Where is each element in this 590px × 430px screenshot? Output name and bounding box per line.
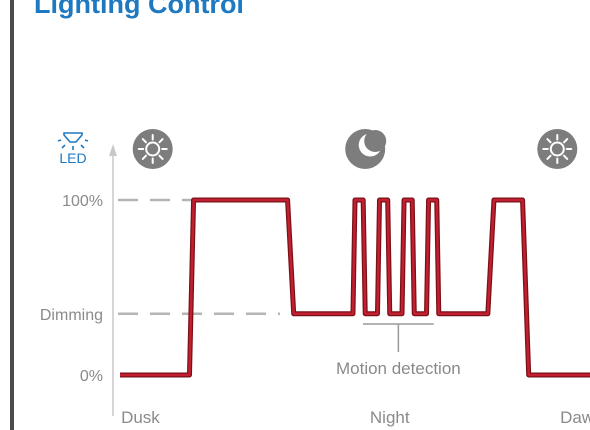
y-axis-arrow <box>109 144 117 156</box>
moon-icon <box>345 129 387 169</box>
level-guides <box>118 198 280 315</box>
x-label: Dusk <box>121 408 160 427</box>
x-label: Night <box>370 408 410 427</box>
y-level-labels: 100% Dimming 0% <box>40 193 103 385</box>
x-labels: Dusk Night Dawn <box>121 408 590 427</box>
legend-label: LED <box>59 150 86 166</box>
annotations: Motion detection <box>336 323 461 378</box>
sun-icon <box>537 129 578 169</box>
x-label: Dawn <box>560 408 590 427</box>
y-level-label: 100% <box>62 193 103 210</box>
led-icon <box>57 132 89 150</box>
y-level-label: Dimming <box>40 307 103 324</box>
y-level-label: 0% <box>80 368 103 385</box>
series-lines <box>120 197 590 378</box>
sun-icon <box>132 129 173 169</box>
lighting-chart: LED 100% Dimming 0% Motion detection Dusk N… <box>40 129 590 427</box>
annotation-label: Motion detection <box>336 359 461 378</box>
time-icons <box>132 129 578 169</box>
